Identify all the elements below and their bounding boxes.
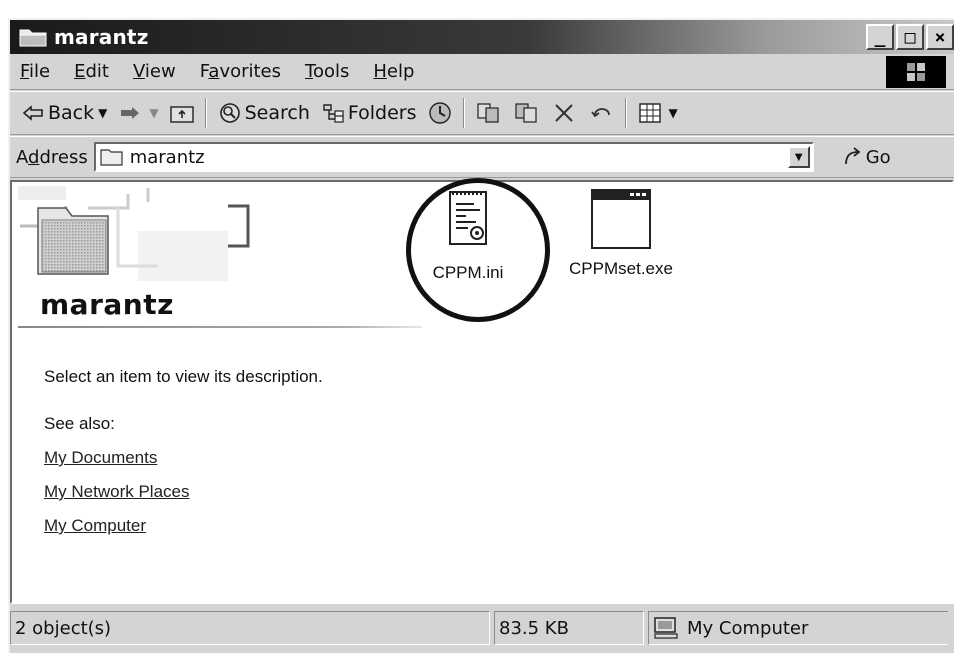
menu-file[interactable]: File [20, 61, 50, 82]
history-button[interactable] [427, 101, 455, 125]
undo-icon [589, 101, 615, 125]
forward-button[interactable]: ▼ [117, 101, 159, 125]
maximize-button[interactable]: □ [896, 24, 924, 50]
address-input[interactable]: marantz ▼ [93, 142, 814, 172]
windows-logo-icon [886, 56, 946, 88]
copy-to-icon [513, 101, 539, 125]
file-item-cppmset-exe[interactable]: CPPMset.exe [556, 188, 686, 279]
address-label: Address [16, 146, 88, 168]
heading-divider [18, 326, 422, 328]
toolbar-separator [624, 98, 627, 128]
see-also-label: See also: [44, 414, 115, 433]
link-my-documents[interactable]: My Documents [44, 448, 157, 468]
toolbar-separator [462, 98, 465, 128]
menu-favorites[interactable]: Favorites [200, 61, 281, 82]
window-title: marantz [54, 25, 149, 49]
chevron-down-icon[interactable]: ▼ [669, 106, 678, 120]
chevron-down-icon[interactable]: ▼ [149, 106, 158, 120]
link-my-computer[interactable]: My Computer [44, 516, 146, 536]
folder-heading: marantz [40, 288, 174, 321]
history-icon [427, 101, 453, 125]
menu-edit[interactable]: Edit [74, 61, 109, 82]
standard-toolbar: Back ▼ ▼ Search Folders ▼ [10, 91, 954, 135]
views-button[interactable]: ▼ [637, 101, 678, 125]
status-object-count: 2 object(s) [10, 611, 490, 645]
folder-icon [18, 26, 48, 48]
copy-to-button[interactable] [513, 101, 541, 125]
menu-bar: File Edit View Favorites Tools Help [10, 54, 954, 90]
up-folder-icon [169, 101, 195, 125]
back-arrow-icon [20, 101, 46, 125]
title-bar[interactable]: marantz _ □ × [10, 20, 954, 54]
up-folder-button[interactable] [169, 101, 197, 125]
status-size: 83.5 KB [494, 611, 644, 645]
minimize-button[interactable]: _ [866, 24, 894, 50]
move-to-button[interactable] [475, 101, 503, 125]
file-name: CPPMset.exe [569, 259, 673, 278]
exe-file-icon [586, 188, 656, 257]
chevron-down-icon[interactable]: ▼ [98, 106, 107, 120]
search-icon [217, 101, 243, 125]
forward-arrow-icon [117, 101, 143, 125]
search-button[interactable]: Search [217, 101, 310, 125]
go-button[interactable]: Go [842, 146, 891, 168]
status-zone: My Computer [648, 611, 948, 645]
address-dropdown-button[interactable]: ▼ [787, 146, 810, 168]
views-grid-icon [637, 101, 663, 125]
highlight-circle [406, 178, 550, 322]
folders-tree-icon [320, 101, 346, 125]
close-button[interactable]: × [926, 24, 954, 50]
menu-help[interactable]: Help [373, 61, 414, 82]
go-arrow-icon [842, 146, 864, 168]
computer-icon [653, 616, 679, 640]
explorer-window: marantz _ □ × File Edit View Favorites T… [8, 18, 954, 653]
delete-button[interactable] [551, 101, 579, 125]
large-folder-icon [37, 207, 109, 275]
selection-description: Select an item to view its description. [44, 367, 323, 386]
link-my-network-places[interactable]: My Network Places [44, 482, 189, 502]
address-value: marantz [129, 146, 205, 168]
undo-button[interactable] [589, 101, 617, 125]
address-bar: Address marantz ▼ Go [10, 136, 954, 178]
status-bar: 2 object(s) 83.5 KB My Computer [10, 608, 954, 648]
folder-view: marantz Select an item to view its descr… [10, 178, 954, 604]
delete-x-icon [551, 101, 577, 125]
menu-view[interactable]: View [133, 61, 176, 82]
menu-tools[interactable]: Tools [305, 61, 349, 82]
back-button[interactable]: Back ▼ [20, 101, 107, 125]
move-to-icon [475, 101, 501, 125]
folders-button[interactable]: Folders [320, 101, 417, 125]
toolbar-separator [204, 98, 207, 128]
folder-icon [100, 147, 124, 167]
